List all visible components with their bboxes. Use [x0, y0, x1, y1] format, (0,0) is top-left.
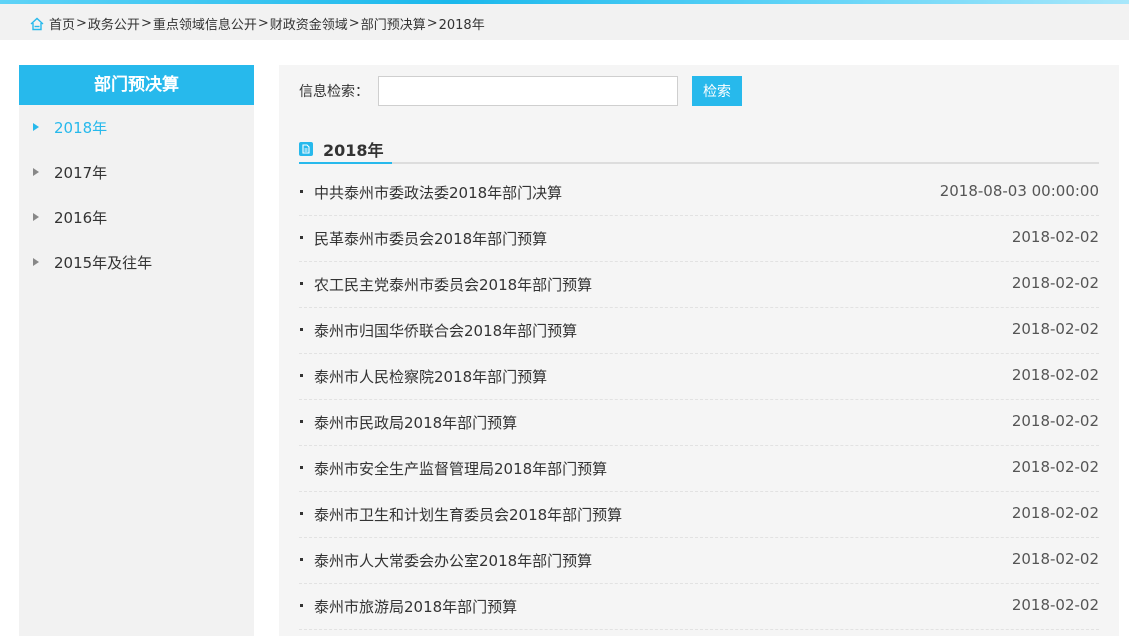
sidebar-item-label: 2015年及往年 — [54, 254, 153, 272]
sidebar-item-label: 2016年 — [54, 209, 108, 227]
article-title[interactable]: 泰州市人大常委会办公室2018年部门预算 — [314, 550, 592, 571]
article-date: 2018-02-02 — [1011, 274, 1099, 292]
bullet-icon — [300, 236, 303, 239]
breadcrumb-bar: 首页 > 政务公开 > 重点领域信息公开 > 财政资金领域 > 部门预决算 > … — [0, 4, 1129, 40]
bullet-icon — [300, 512, 303, 515]
article-list: 中共泰州市委政法委2018年部门决算 2018-08-03 00:00:00 民革泰… — [299, 170, 1099, 630]
bullet-icon — [300, 282, 303, 285]
sidebar-item-2018[interactable]: 2018年 — [19, 113, 254, 143]
breadcrumb-separator: > — [426, 16, 438, 31]
article-date: 2018-02-02 — [1011, 412, 1099, 430]
article-title[interactable]: 中共泰州市委政法委2018年部门决算 — [314, 182, 562, 203]
breadcrumb-current[interactable]: 2018年 — [439, 14, 485, 33]
breadcrumb-dept-budget[interactable]: 部门预决算 — [361, 14, 426, 33]
article-date: 2018-02-02 — [1011, 504, 1099, 522]
section-divider — [299, 162, 1099, 164]
main-panel: 信息检索： 检索 2018年 中共泰州市委政法委2018年部门决算 2018-08… — [279, 65, 1119, 636]
home-icon — [30, 17, 44, 30]
section-divider-accent — [299, 162, 392, 164]
breadcrumb-separator: > — [76, 16, 87, 31]
article-date: 2018-02-02 — [1011, 320, 1099, 338]
article-title[interactable]: 泰州市民政局2018年部门预算 — [314, 412, 517, 433]
article-title[interactable]: 泰州市人民检察院2018年部门预算 — [314, 366, 547, 387]
article-date: 2018-02-02 — [1011, 550, 1099, 568]
list-item[interactable]: 泰州市旅游局2018年部门预算 2018-02-02 — [299, 584, 1099, 630]
list-item[interactable]: 泰州市民政局2018年部门预算 2018-02-02 — [299, 400, 1099, 446]
article-title[interactable]: 农工民主党泰州市委员会2018年部门预算 — [314, 274, 592, 295]
breadcrumb-separator: > — [140, 16, 152, 31]
triangle-right-icon — [33, 213, 39, 221]
sidebar-item-label: 2018年 — [54, 119, 108, 137]
article-date: 2018-08-03 00:00:00 — [939, 182, 1099, 200]
article-title[interactable]: 泰州市安全生产监督管理局2018年部门预算 — [314, 458, 607, 479]
sidebar: 部门预决算 2018年 2017年 2016年 2015年及往年 — [19, 65, 254, 636]
list-item[interactable]: 泰州市卫生和计划生育委员会2018年部门预算 2018-02-02 — [299, 492, 1099, 538]
list-item[interactable]: 泰州市人大常委会办公室2018年部门预算 2018-02-02 — [299, 538, 1099, 584]
bullet-icon — [300, 374, 303, 377]
breadcrumb-fiscal-funds[interactable]: 财政资金领域 — [270, 14, 348, 33]
list-item[interactable]: 农工民主党泰州市委员会2018年部门预算 2018-02-02 — [299, 262, 1099, 308]
article-title[interactable]: 泰州市归国华侨联合会2018年部门预算 — [314, 320, 577, 341]
triangle-right-icon — [33, 258, 39, 266]
sidebar-item-2017[interactable]: 2017年 — [19, 158, 254, 188]
triangle-right-icon — [33, 123, 39, 131]
breadcrumb-separator: > — [257, 16, 269, 31]
breadcrumb-separator: > — [348, 16, 360, 31]
article-title[interactable]: 民革泰州市委员会2018年部门预算 — [314, 228, 547, 249]
section-header: 2018年 — [299, 135, 384, 163]
article-date: 2018-02-02 — [1011, 596, 1099, 614]
sidebar-title: 部门预决算 — [19, 65, 254, 105]
search-input[interactable] — [378, 76, 678, 106]
list-item[interactable]: 中共泰州市委政法委2018年部门决算 2018-08-03 00:00:00 — [299, 170, 1099, 216]
list-item[interactable]: 民革泰州市委员会2018年部门预算 2018-02-02 — [299, 216, 1099, 262]
bullet-icon — [300, 558, 303, 561]
bullet-icon — [300, 190, 303, 193]
bullet-icon — [300, 420, 303, 423]
breadcrumb-gov-affairs[interactable]: 政务公开 — [88, 14, 140, 33]
sidebar-item-2015-and-earlier[interactable]: 2015年及往年 — [19, 248, 254, 278]
triangle-right-icon — [33, 168, 39, 176]
article-date: 2018-02-02 — [1011, 366, 1099, 384]
list-item[interactable]: 泰州市安全生产监督管理局2018年部门预算 2018-02-02 — [299, 446, 1099, 492]
bullet-icon — [300, 328, 303, 331]
list-item[interactable]: 泰州市归国华侨联合会2018年部门预算 2018-02-02 — [299, 308, 1099, 354]
breadcrumb-key-areas[interactable]: 重点领域信息公开 — [153, 14, 257, 33]
section-title: 2018年 — [323, 141, 384, 160]
breadcrumb-home[interactable]: 首页 — [49, 14, 75, 33]
bullet-icon — [300, 466, 303, 469]
article-date: 2018-02-02 — [1011, 458, 1099, 476]
document-icon — [299, 142, 313, 156]
bullet-icon — [300, 604, 303, 607]
article-date: 2018-02-02 — [1011, 228, 1099, 246]
search-button[interactable]: 检索 — [692, 76, 742, 106]
sidebar-item-label: 2017年 — [54, 164, 108, 182]
article-title[interactable]: 泰州市卫生和计划生育委员会2018年部门预算 — [314, 504, 622, 525]
sidebar-item-2016[interactable]: 2016年 — [19, 203, 254, 233]
breadcrumb: 首页 > 政务公开 > 重点领域信息公开 > 财政资金领域 > 部门预决算 > … — [30, 14, 485, 33]
search-label: 信息检索： — [299, 84, 369, 100]
list-item[interactable]: 泰州市人民检察院2018年部门预算 2018-02-02 — [299, 354, 1099, 400]
article-title[interactable]: 泰州市旅游局2018年部门预算 — [314, 596, 517, 617]
